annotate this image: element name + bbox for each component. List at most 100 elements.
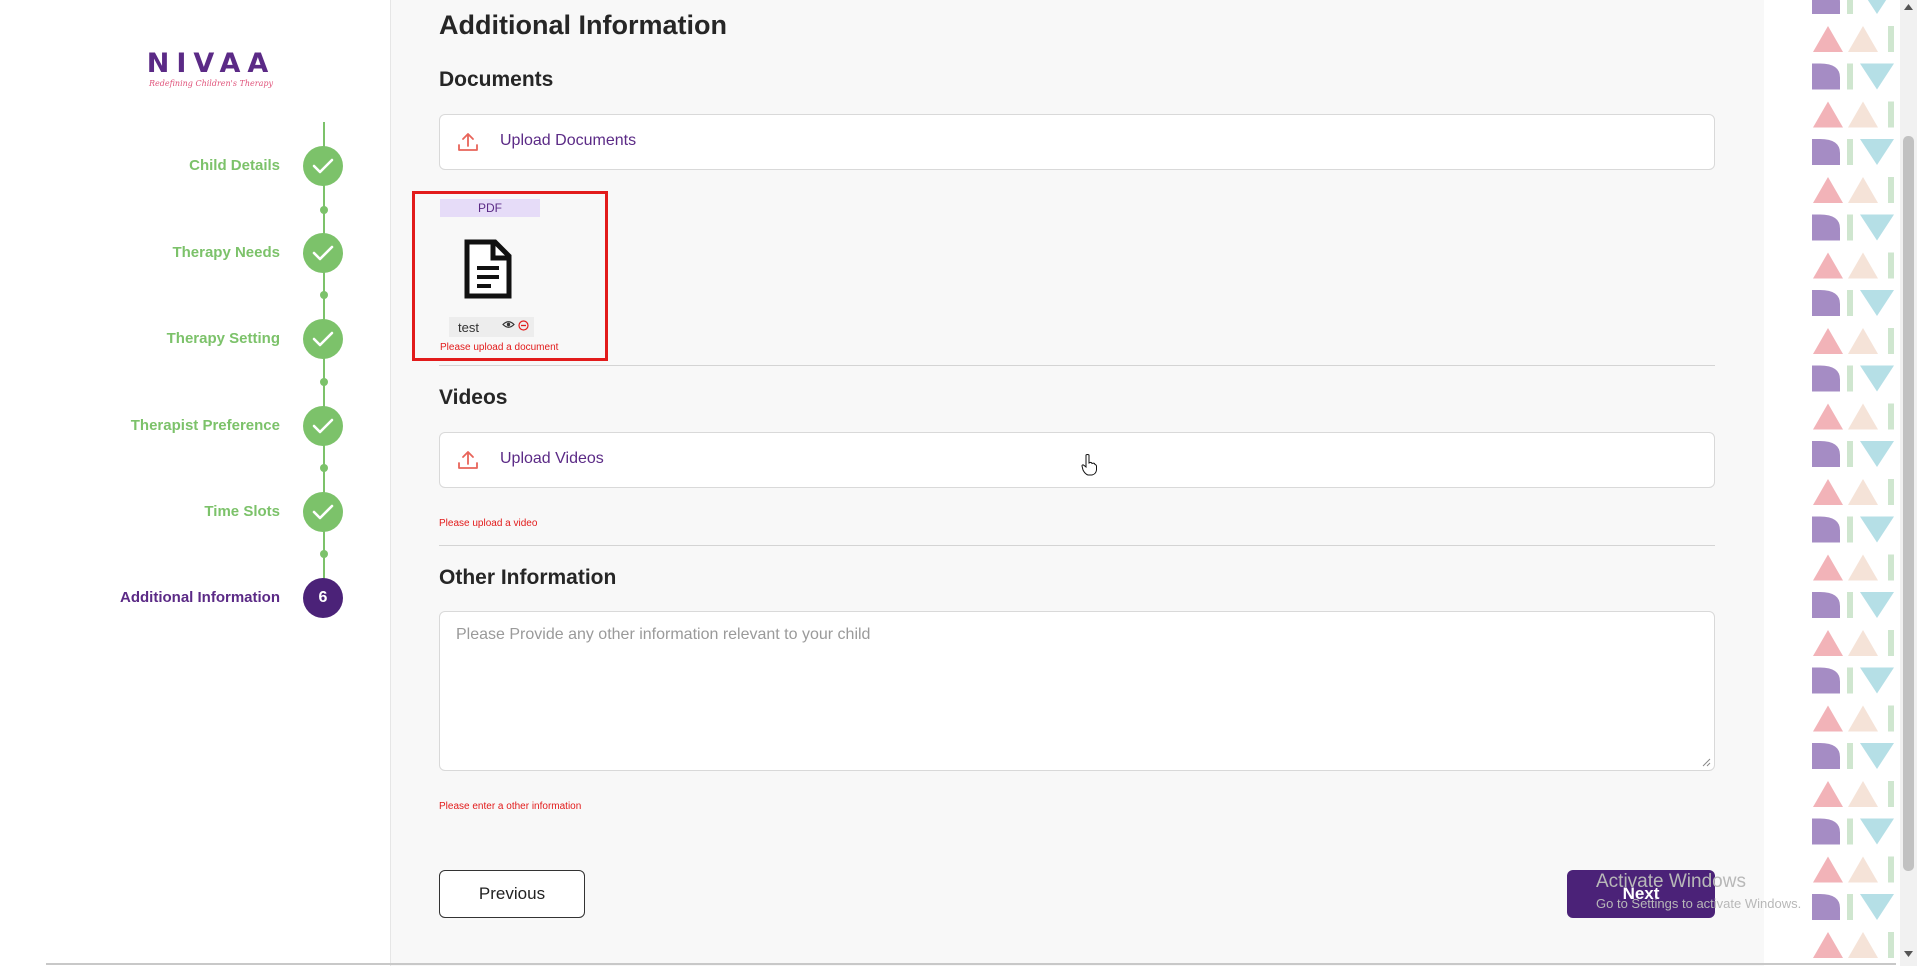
step-label: Additional Information — [120, 589, 280, 606]
documents-error: Please upload a document — [440, 342, 559, 353]
textarea-placeholder: Please Provide any other information rel… — [456, 626, 871, 643]
document-icon — [464, 239, 512, 299]
scroll-up-arrow-icon[interactable] — [1904, 4, 1913, 10]
step-connector-dot — [320, 464, 328, 472]
pattern-shape — [1813, 932, 1843, 958]
step-label: Therapy Setting — [166, 330, 280, 347]
pattern-shape — [1813, 630, 1843, 656]
pattern-shape — [1812, 290, 1840, 316]
pattern-shape — [1847, 214, 1853, 241]
step-label: Therapy Needs — [172, 244, 280, 261]
pattern-shape — [1812, 365, 1840, 392]
sidebar: NIVAA Redefining Children's Therapy Chil… — [0, 0, 391, 966]
pattern-shape — [1888, 252, 1894, 279]
pattern-shape — [1847, 365, 1853, 392]
pattern-shape — [1848, 932, 1878, 958]
pattern-shape — [1813, 781, 1843, 807]
pattern-shape — [1813, 479, 1843, 505]
pattern-shape — [1888, 932, 1894, 958]
resize-grip-icon[interactable] — [1701, 757, 1711, 767]
pattern-shape — [1888, 630, 1894, 656]
step-label: Child Details — [189, 157, 280, 174]
pattern-shape — [1848, 479, 1878, 505]
pattern-shape — [1812, 743, 1840, 769]
pattern-shape — [1860, 139, 1894, 165]
pattern-shape — [1848, 630, 1878, 656]
divider — [439, 365, 1715, 366]
pattern-shape — [1860, 516, 1894, 543]
step-number: 6 — [303, 578, 343, 618]
step-therapist-preference[interactable]: Therapist Preference — [0, 406, 345, 446]
upload-videos-label: Upload Videos — [500, 450, 604, 467]
page-title: Additional Information — [439, 10, 727, 40]
step-label: Time Slots — [204, 503, 280, 520]
step-therapy-needs[interactable]: Therapy Needs — [0, 233, 345, 273]
upload-documents-button[interactable]: Upload Documents — [439, 114, 1715, 170]
pattern-shape — [1847, 0, 1853, 14]
pattern-shape — [1888, 781, 1894, 807]
watermark-title: Activate Windows — [1596, 871, 1746, 892]
pattern-shape — [1848, 177, 1878, 203]
eye-icon[interactable] — [502, 320, 515, 329]
pattern-shape — [1812, 818, 1840, 845]
file-name: test — [458, 320, 479, 335]
pattern-shape — [1860, 214, 1894, 241]
previous-button[interactable]: Previous — [439, 870, 585, 918]
step-connector-dot — [320, 378, 328, 386]
pattern-shape — [1860, 365, 1894, 392]
upload-documents-label: Upload Documents — [500, 132, 637, 149]
step-label: Therapist Preference — [130, 417, 280, 434]
pattern-shape — [1888, 328, 1894, 354]
step-connector-dot — [320, 291, 328, 299]
pattern-shape — [1847, 818, 1853, 845]
pattern-shape — [1812, 516, 1840, 543]
scrollbar-thumb[interactable] — [1903, 136, 1914, 871]
pattern-shape — [1848, 705, 1878, 732]
pattern-shape — [1847, 139, 1853, 165]
vertical-scrollbar[interactable] — [1900, 0, 1917, 966]
pattern-shape — [1813, 705, 1843, 732]
uploaded-file-card: PDF test Please upload a document — [412, 191, 608, 361]
main-content: Additional Information Documents Upload … — [391, 0, 1764, 966]
pattern-shape — [1812, 592, 1840, 618]
upload-videos-button[interactable]: Upload Videos — [439, 432, 1715, 488]
checkmark-icon — [303, 406, 343, 446]
pattern-shape — [1848, 101, 1878, 128]
checkmark-icon — [303, 146, 343, 186]
bottom-border — [46, 963, 1896, 965]
pattern-shape — [1813, 328, 1843, 354]
pattern-shape — [1860, 63, 1894, 90]
pattern-shape — [1847, 592, 1853, 618]
pattern-shape — [1860, 894, 1894, 920]
pattern-shape — [1888, 403, 1894, 430]
pattern-shape — [1812, 63, 1840, 90]
remove-icon[interactable] — [518, 320, 529, 331]
pattern-shape — [1888, 26, 1894, 52]
other-information-textarea[interactable]: Please Provide any other information rel… — [439, 611, 1715, 771]
step-additional-information[interactable]: Additional Information 6 — [0, 578, 345, 618]
pattern-shape — [1847, 667, 1853, 694]
other-information-title: Other Information — [439, 566, 617, 589]
pattern-shape — [1812, 667, 1840, 694]
pattern-shape — [1848, 554, 1878, 581]
step-connector-dot — [320, 550, 328, 558]
checkmark-icon — [303, 233, 343, 273]
scroll-down-arrow-icon[interactable] — [1904, 951, 1913, 957]
pattern-shape — [1847, 290, 1853, 316]
documents-title: Documents — [439, 68, 554, 91]
logo: NIVAA Redefining Children's Therapy — [146, 50, 276, 89]
pattern-shape — [1812, 214, 1840, 241]
pattern-shape — [1813, 177, 1843, 203]
pattern-shape — [1860, 441, 1894, 467]
pattern-shapes — [1812, 0, 1894, 958]
pattern-shape — [1888, 705, 1894, 732]
pattern-shape — [1847, 441, 1853, 467]
step-child-details[interactable]: Child Details — [0, 146, 345, 186]
pattern-shape — [1888, 101, 1894, 128]
step-time-slots[interactable]: Time Slots — [0, 492, 345, 532]
hand-cursor-icon — [1081, 454, 1097, 476]
logo-tagline: Redefining Children's Therapy — [148, 79, 273, 88]
step-therapy-setting[interactable]: Therapy Setting — [0, 319, 345, 359]
pattern-shape — [1812, 139, 1840, 165]
pattern-shape — [1888, 554, 1894, 581]
